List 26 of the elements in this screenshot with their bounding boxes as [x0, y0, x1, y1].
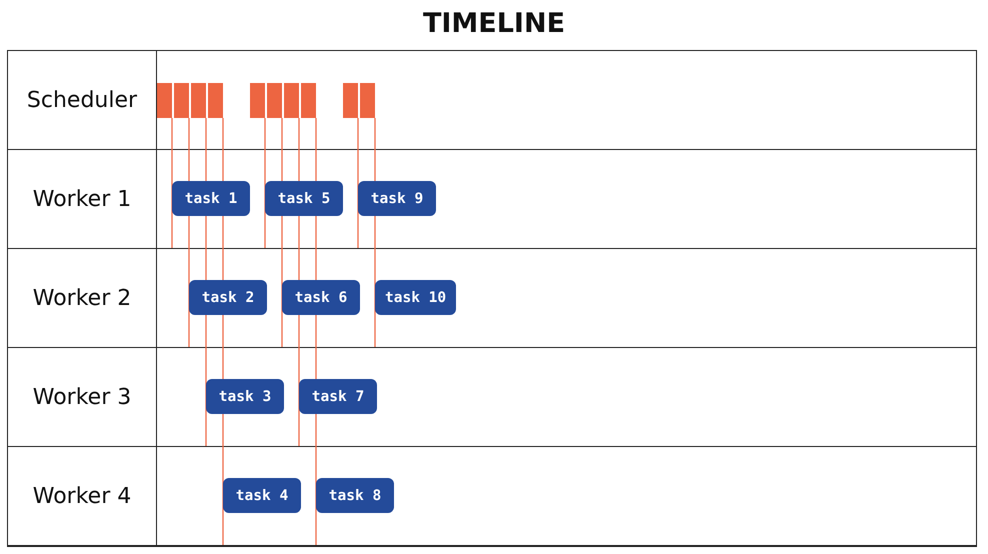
task-chip: task 1: [172, 181, 250, 216]
task-chip: task 5: [265, 181, 343, 216]
task-chip: task 10: [375, 280, 456, 315]
dispatch-block: [360, 83, 375, 118]
task-chip: task 3: [206, 379, 284, 414]
dispatch-block: [301, 83, 316, 118]
task-chip: task 9: [358, 181, 436, 216]
row-label: Scheduler: [26, 88, 138, 112]
task-chip: task 4: [223, 478, 301, 513]
dispatch-block: [191, 83, 206, 118]
dispatch-block: [250, 83, 265, 118]
task-chip: task 8: [316, 478, 394, 513]
dispatch-block: [267, 83, 282, 118]
row-label: Worker 1: [32, 186, 132, 212]
dispatch-block: [208, 83, 223, 118]
dispatch-block: [284, 83, 299, 118]
task-chip: task 2: [189, 280, 267, 315]
dispatch-block: [174, 83, 189, 118]
timeline-title: TIMELINE: [422, 7, 566, 41]
row-label: Worker 3: [32, 384, 132, 410]
dispatch-block: [343, 83, 358, 118]
dispatch-block: [157, 83, 172, 118]
task-chip: task 6: [282, 280, 360, 315]
row-label: Worker 4: [32, 484, 132, 508]
row-label: Worker 2: [32, 286, 132, 310]
task-chip: task 7: [299, 379, 377, 414]
